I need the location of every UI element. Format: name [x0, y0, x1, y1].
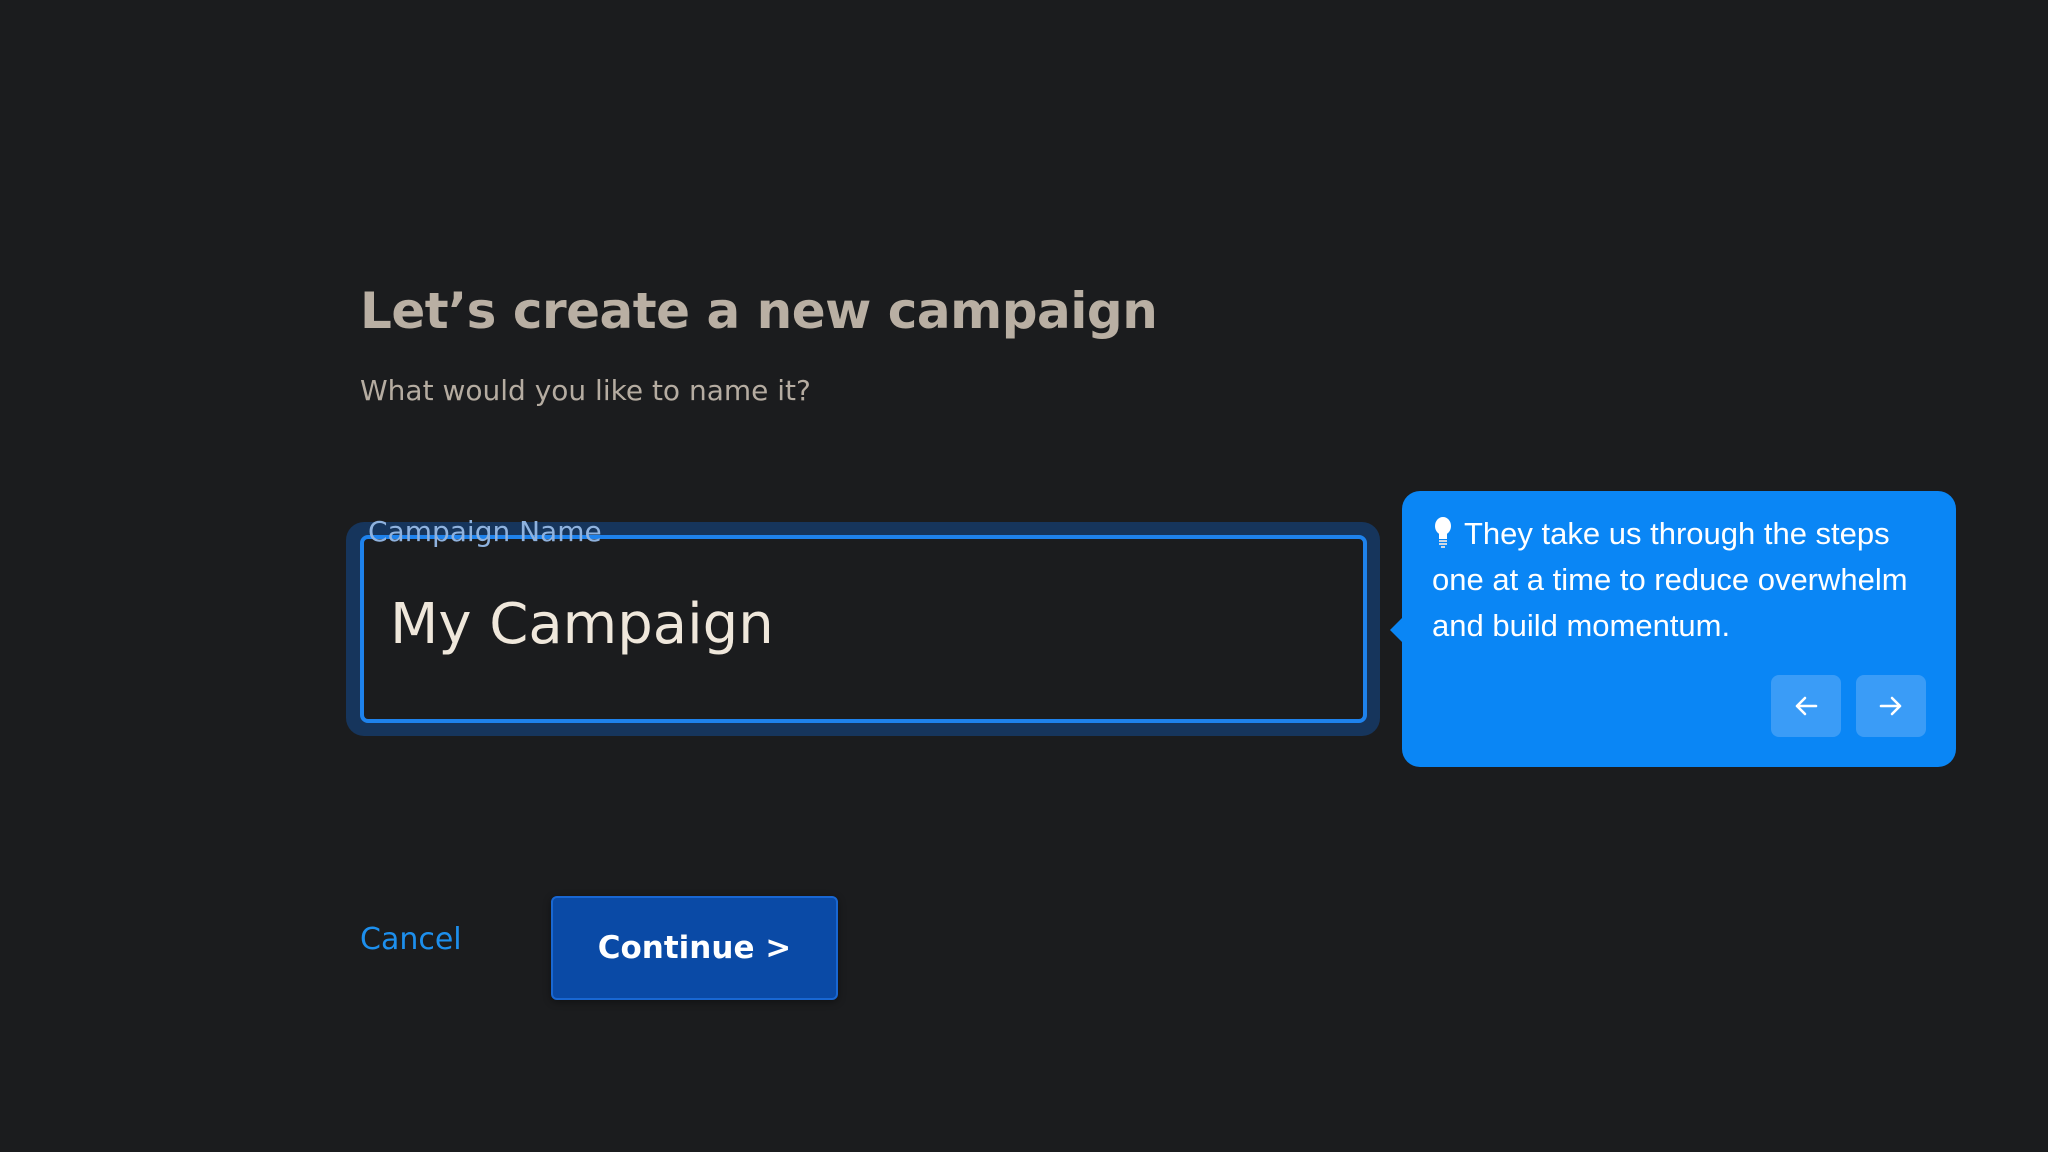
campaign-name-label: Campaign Name [368, 515, 602, 548]
campaign-name-input[interactable] [390, 584, 1330, 664]
tip-content: They take us through the steps one at a … [1432, 511, 1942, 649]
cancel-link[interactable]: Cancel [360, 922, 462, 957]
tip-popover: They take us through the steps one at a … [1390, 491, 1956, 767]
continue-button[interactable]: Continue > [551, 896, 838, 1000]
arrow-right-icon [1879, 696, 1902, 716]
page-subtitle: What would you like to name it? [360, 374, 811, 407]
tip-pointer [1390, 617, 1403, 643]
tip-previous-button[interactable] [1771, 675, 1841, 737]
tip-next-button[interactable] [1856, 675, 1926, 737]
page-title: Let’s create a new campaign [360, 282, 1158, 340]
lightbulb-icon [1435, 517, 1451, 548]
tip-text: They take us through the steps one at a … [1432, 516, 1908, 643]
arrow-left-icon [1795, 696, 1818, 716]
